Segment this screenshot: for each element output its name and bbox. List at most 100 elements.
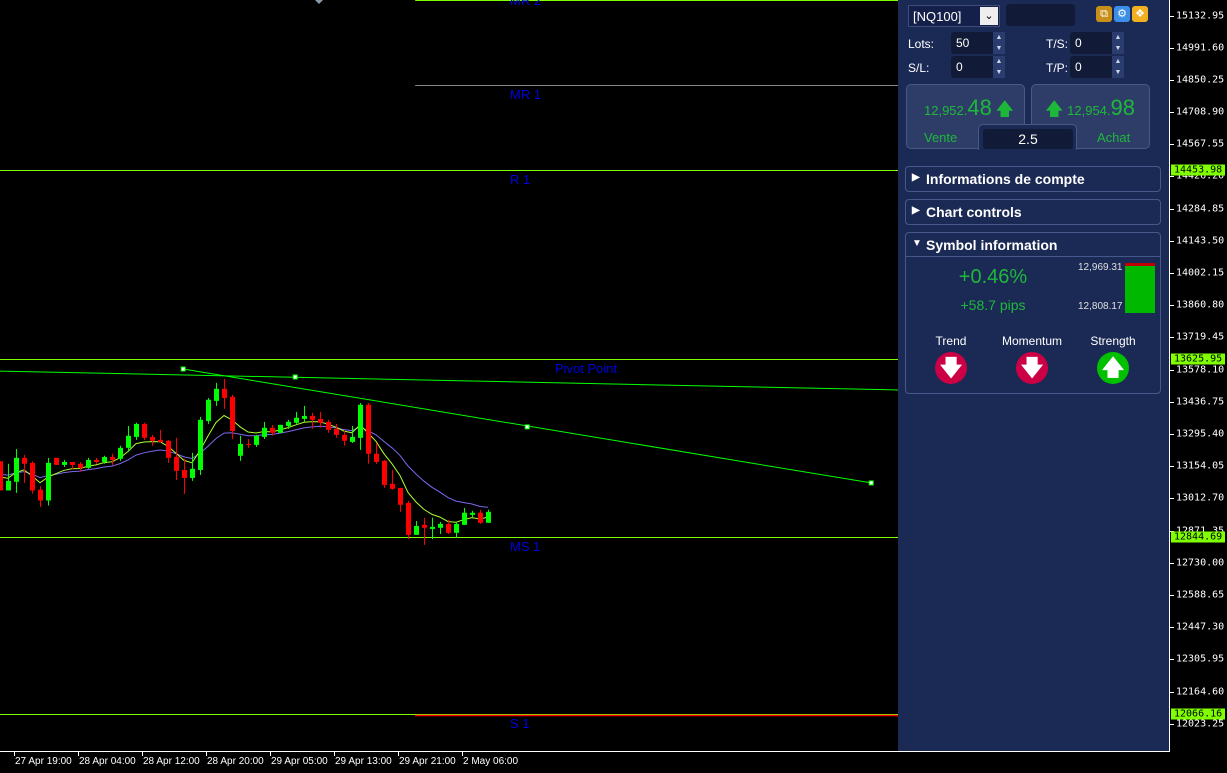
y-tick-label: 14708.90 — [1176, 106, 1225, 118]
y-tick — [1170, 466, 1174, 468]
range-bar-down — [1125, 263, 1155, 266]
candle-body — [470, 512, 475, 515]
sell-price-main: 12,952. — [924, 103, 968, 118]
candle-body — [118, 447, 123, 459]
price-level-tag: 13625.95 — [1171, 353, 1226, 365]
lots-stepper[interactable]: ▲ ▼ — [993, 32, 1005, 54]
candle-body — [46, 462, 51, 501]
pivot-label: MR 1 — [510, 86, 542, 102]
y-tick-label: 12305.95 — [1176, 653, 1225, 665]
buy-price-big: 98 — [1110, 95, 1135, 120]
strength-label: Strength — [1090, 334, 1136, 348]
trendline-handle — [524, 424, 530, 430]
y-tick — [1170, 562, 1174, 564]
section-chart-controls[interactable]: ▶ Chart controls — [905, 199, 1161, 225]
ts-stepper[interactable]: ▲ ▼ — [1112, 32, 1124, 54]
sell-price-big: 48 — [967, 95, 992, 120]
trendline-handle — [868, 480, 874, 486]
pivot-label: R 1 — [510, 171, 531, 187]
candle-body — [14, 457, 19, 482]
candle-body — [246, 443, 251, 445]
tp-label: T/P: — [1046, 61, 1069, 75]
chevron-down-icon[interactable]: ⌄ — [980, 7, 998, 25]
y-tick-label: 13012.70 — [1176, 492, 1225, 504]
range-bar — [1125, 263, 1155, 313]
candle-body — [390, 483, 395, 489]
section-title: Informations de compte — [926, 171, 1085, 187]
x-tick-label: 28 Apr 12:00 — [143, 756, 200, 767]
symbol-extra-field[interactable] — [1006, 4, 1075, 26]
y-tick-label: 15132.95 — [1176, 10, 1225, 21]
caret-right-icon: ▶ — [912, 205, 920, 216]
candle-body — [334, 428, 339, 435]
section-account[interactable]: ▶ Informations de compte — [905, 166, 1161, 192]
price-level-tag: 14453.98 — [1171, 164, 1226, 176]
y-tick-label: 13578.10 — [1176, 364, 1225, 376]
y-tick-label: 13154.05 — [1176, 460, 1225, 472]
candle-body — [182, 469, 187, 478]
candle-body — [486, 511, 491, 523]
candle-body — [38, 489, 43, 501]
candle-body — [366, 404, 371, 454]
x-tick-label: 29 Apr 13:00 — [335, 756, 392, 767]
candle-body — [206, 399, 211, 421]
x-tick-label: 29 Apr 21:00 — [399, 756, 456, 767]
tp-input[interactable]: 0 — [1070, 56, 1112, 78]
candle-body — [86, 459, 91, 468]
price-chart[interactable] — [0, 0, 898, 751]
sl-stepper[interactable]: ▲ ▼ — [993, 56, 1005, 78]
candle-body — [238, 443, 243, 456]
symbol-select[interactable]: [NQ100] ⌄ — [908, 5, 1000, 27]
candle-body — [190, 468, 195, 478]
price-axis[interactable]: 15132.95 14991.60 14850.25 14708.90 14567.55… — [1169, 0, 1227, 752]
arrow-up-icon: 🡅 — [1097, 352, 1129, 384]
section-title: Chart controls — [926, 204, 1022, 220]
candle-body — [254, 435, 259, 445]
arrow-up-icon: 🡅 — [1045, 99, 1064, 119]
candle-body — [382, 460, 387, 485]
candle-body — [414, 525, 419, 535]
candle-body — [214, 388, 219, 401]
candle-body — [318, 418, 323, 423]
x-tick-label: 2 May 06:00 — [463, 756, 519, 767]
y-tick-label: 13719.45 — [1176, 331, 1225, 343]
candle-body — [30, 462, 35, 491]
range-low: 12,808.17 — [1078, 301, 1123, 312]
y-tick — [1170, 305, 1174, 307]
lots-input[interactable]: 50 — [951, 32, 993, 54]
y-tick-label: 13436.75 — [1176, 396, 1225, 408]
candle-body — [126, 435, 131, 448]
copy-icon[interactable]: ⧉ — [1096, 6, 1112, 22]
candle-body — [0, 461, 3, 491]
y-tick-label: 12588.65 — [1176, 589, 1225, 601]
candle-body — [310, 415, 315, 420]
y-tick-label: 12023.25 — [1176, 718, 1225, 730]
candle-body — [294, 417, 299, 423]
candle-body — [142, 423, 147, 438]
y-tick — [1170, 627, 1174, 629]
arrow-up-icon: 🡅 — [995, 99, 1014, 119]
candle-body — [374, 453, 379, 462]
gear-icon[interactable]: ⚙ — [1114, 6, 1130, 22]
symbol-value: [NQ100] — [913, 9, 962, 24]
section-header[interactable]: ▼ Symbol information — [906, 233, 1160, 257]
y-tick-label: 14002.15 — [1176, 267, 1225, 279]
lots-label: Lots: — [908, 37, 935, 51]
expand-icon[interactable]: ❖ — [1132, 6, 1148, 22]
candle-body — [54, 457, 59, 465]
y-tick-label: 14143.50 — [1176, 235, 1225, 247]
y-tick — [1170, 659, 1174, 661]
candle-body — [158, 439, 163, 442]
sl-input[interactable]: 0 — [951, 56, 993, 78]
trendline-handle — [180, 366, 186, 372]
candle-body — [222, 388, 227, 398]
time-axis: 27 Apr 19:00 28 Apr 04:00 28 Apr 12:00 28 A… — [0, 751, 1170, 773]
candle-body — [198, 419, 203, 470]
candle-body — [230, 396, 235, 431]
ts-input[interactable]: 0 — [1070, 32, 1112, 54]
candle-body — [430, 526, 435, 529]
tp-stepper[interactable]: ▲ ▼ — [1112, 56, 1124, 78]
sell-label: Vente — [924, 130, 958, 145]
buy-price-main: 12,954. — [1067, 103, 1111, 118]
range-high: 12,969.31 — [1078, 262, 1123, 273]
